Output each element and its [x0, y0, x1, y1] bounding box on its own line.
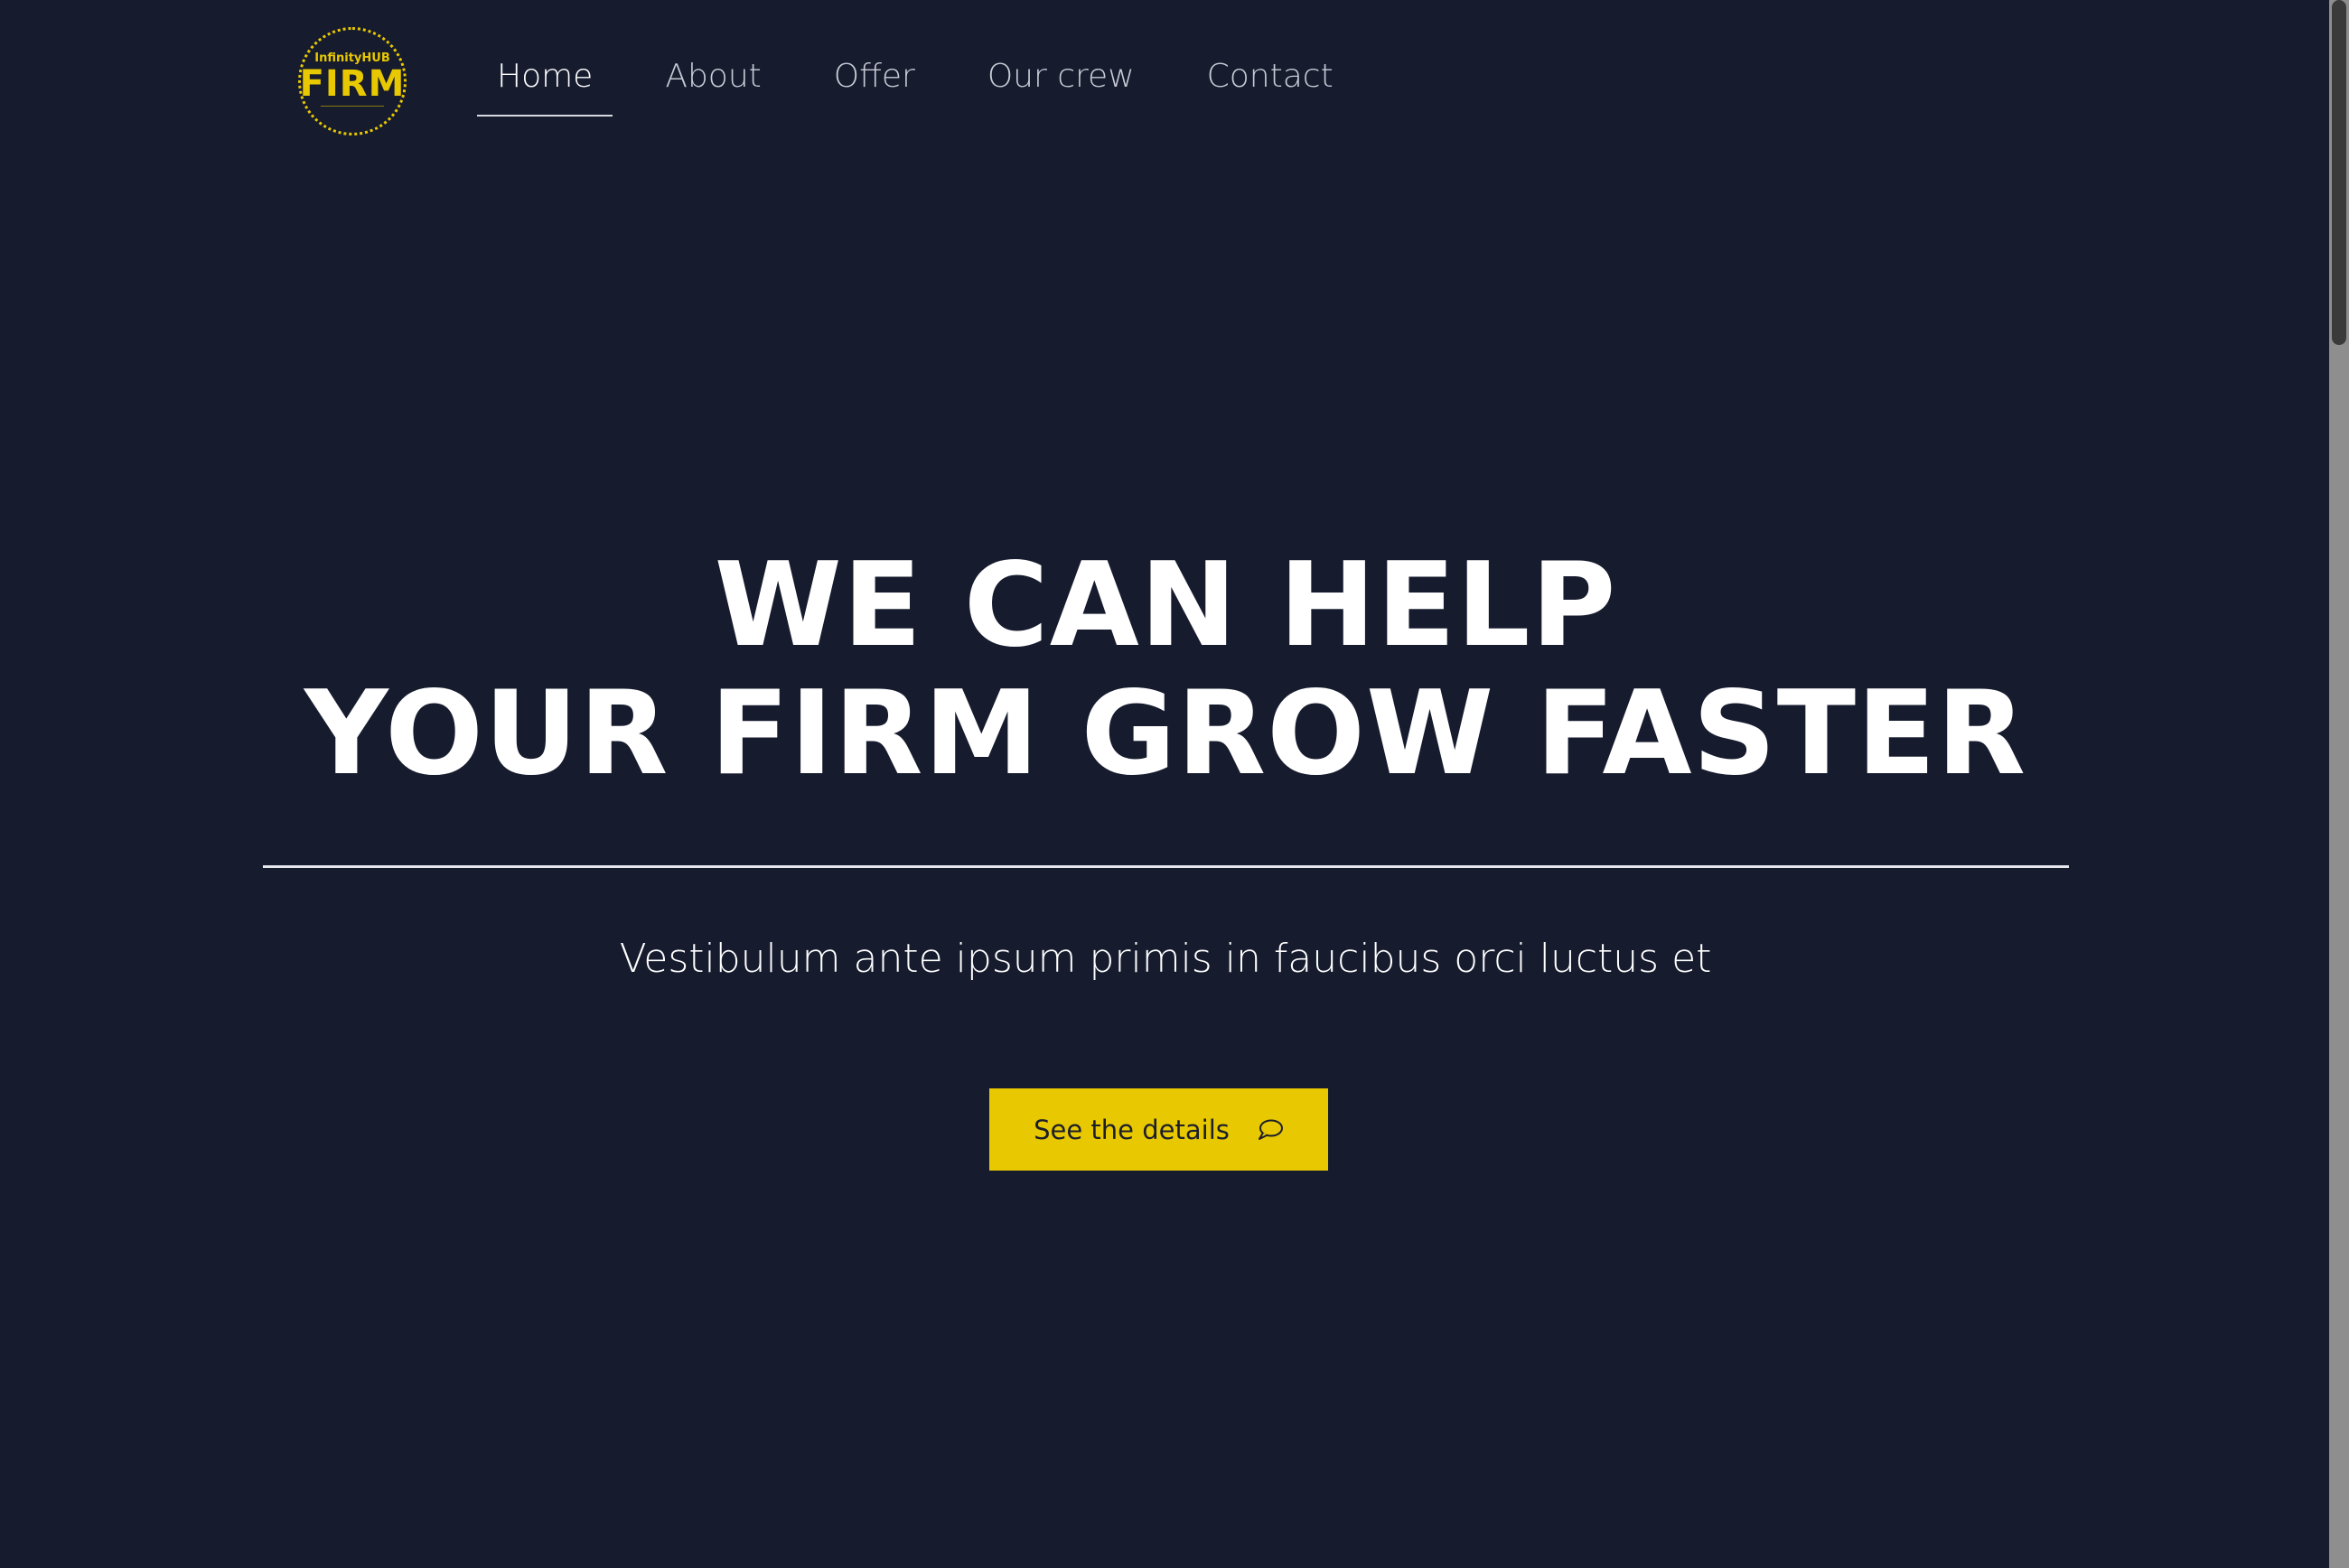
- hero-title-line-2: YOUR FIRM GROW FASTER: [304, 667, 2027, 801]
- main-nav: Home About Offer Our crew Contact: [477, 45, 1386, 119]
- logo-main-text: FIRM: [299, 63, 406, 105]
- hero-title-line-1: WE CAN HELP: [714, 538, 1617, 673]
- page: InfinityHUB FIRM Home About Offer Our cr…: [0, 0, 2349, 1568]
- see-details-button[interactable]: See the details: [989, 1088, 1328, 1171]
- nav-item-home[interactable]: Home: [477, 45, 613, 117]
- nav-item-about[interactable]: About: [645, 45, 781, 117]
- nav-item-offer[interactable]: Offer: [814, 45, 935, 117]
- nav-item-our-crew[interactable]: Our crew: [968, 45, 1155, 117]
- speech-bubble-icon: [1257, 1117, 1284, 1143]
- hero-title: WE CAN HELP YOUR FIRM GROW FASTER: [0, 542, 2331, 798]
- see-details-label: See the details: [1034, 1114, 1230, 1145]
- brand-logo[interactable]: InfinityHUB FIRM: [298, 27, 407, 135]
- logo-underline: [321, 106, 384, 107]
- scrollbar-thumb[interactable]: [2332, 0, 2346, 345]
- nav-item-contact[interactable]: Contact: [1187, 45, 1353, 117]
- hero-divider: [263, 865, 2069, 868]
- hero-subtitle: Vestibulum ante ipsum primis in faucibus…: [619, 936, 1712, 982]
